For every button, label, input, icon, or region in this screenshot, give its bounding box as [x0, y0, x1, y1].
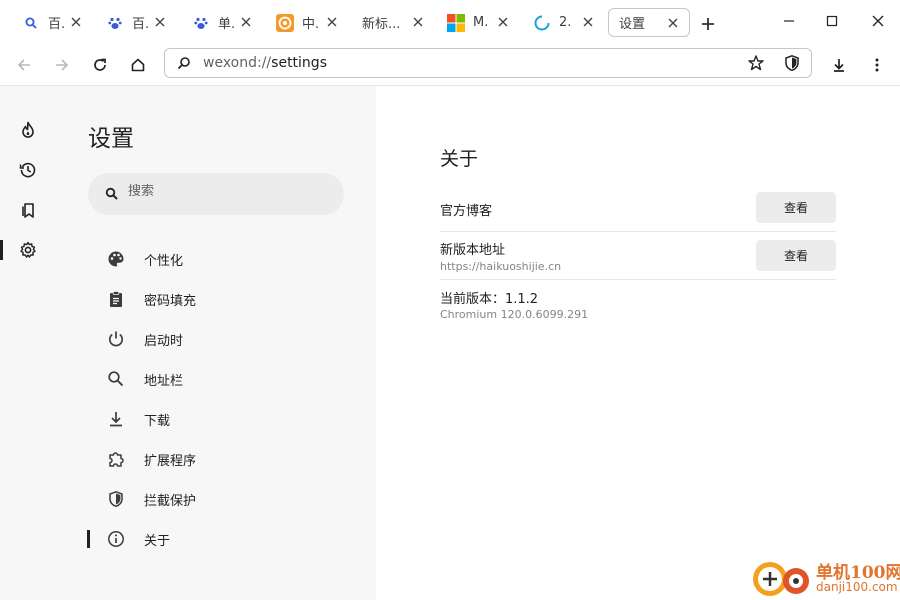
close-icon[interactable] [665, 15, 681, 31]
flame-icon[interactable] [17, 119, 39, 141]
close-icon[interactable] [68, 14, 84, 30]
tab-loading[interactable]: 2. [533, 8, 596, 37]
watermark-icon [753, 562, 809, 596]
sidebar-item-label: 密码填充 [144, 293, 197, 309]
tab-new-tab[interactable]: 新标... [362, 8, 426, 37]
sidebar-item-address-bar[interactable]: 地址栏 [106, 367, 183, 391]
tab-baidu-search-1[interactable]: 百. [22, 8, 84, 37]
search-input[interactable] [128, 184, 328, 199]
download-button[interactable] [826, 52, 852, 78]
tab-label: M. [473, 15, 489, 30]
baidu-paw-icon [192, 14, 210, 32]
new-tab-button[interactable] [697, 13, 719, 35]
tab-strip: 百. 百. 单. 中. 新标... M. 2. 设置 [0, 0, 900, 44]
clipboard-icon [106, 289, 126, 309]
current-version: 当前版本：1.1.2 [440, 292, 539, 307]
search-icon [176, 55, 192, 75]
rail-active-indicator [0, 240, 3, 260]
sidebar-item-downloads[interactable]: 下载 [106, 407, 170, 431]
chromium-version: Chromium 120.0.6099.291 [440, 308, 589, 321]
maximize-button[interactable] [821, 10, 843, 32]
sidebar-item-label: 下载 [144, 413, 171, 429]
sidebar-item-label: 扩展程序 [144, 453, 197, 469]
sidebar-item-extensions[interactable]: 扩展程序 [106, 447, 196, 471]
sidebar-item-password-fill[interactable]: 密码填充 [106, 287, 196, 311]
baidu-paw-icon [106, 14, 124, 32]
minimize-button[interactable] [778, 10, 800, 32]
loading-spinner-icon [533, 14, 551, 32]
info-icon [106, 529, 126, 549]
close-icon[interactable] [238, 14, 254, 30]
palette-icon [106, 249, 126, 269]
search-icon [105, 186, 119, 205]
more-menu-icon[interactable] [864, 52, 890, 78]
close-icon[interactable] [410, 14, 426, 30]
search-icon [106, 369, 126, 389]
tab-microsoft[interactable]: M. [447, 8, 511, 37]
settings-search[interactable] [88, 173, 344, 215]
new-version-label: 新版本地址 [440, 243, 506, 258]
download-icon [106, 409, 126, 429]
watermark-url: danji100.com [816, 580, 898, 594]
url-host: settings [271, 55, 327, 71]
sidebar-item-label: 启动时 [144, 333, 184, 349]
tab-label: 百. [48, 17, 66, 32]
tab-label: 中. [302, 17, 320, 32]
tab-label: 百. [132, 17, 150, 32]
section-title: 关于 [440, 148, 479, 170]
tab-4[interactable]: 中. [276, 8, 340, 37]
bookmarks-icon[interactable] [17, 199, 39, 221]
close-icon[interactable] [580, 14, 596, 30]
window-close-button[interactable] [867, 10, 889, 32]
url-scheme: wexond:// [203, 55, 272, 71]
sidebar-item-blocking[interactable]: 拦截保护 [106, 487, 196, 511]
sidebar-item-personalization[interactable]: 个性化 [106, 247, 183, 271]
page-title: 设置 [88, 126, 134, 152]
shield-icon [106, 489, 126, 509]
watermark-logo: 单机100网 danji100.com [750, 558, 900, 598]
address-url: wexond://settings [203, 55, 327, 71]
blog-label: 官方博客 [440, 204, 493, 219]
address-bar[interactable]: wexond://settings [164, 48, 812, 78]
sidebar-item-label: 个性化 [144, 253, 184, 269]
search-icon [22, 14, 40, 32]
close-icon[interactable] [324, 14, 340, 30]
sidebar-item-on-startup[interactable]: 启动时 [106, 327, 183, 351]
puzzle-icon [106, 449, 126, 469]
about-section: 关于 官方博客 查看 新版本地址 https://haikuoshijie.cn… [376, 86, 900, 600]
sidebar-item-label: 地址栏 [144, 373, 184, 389]
bookmark-star-icon[interactable] [747, 54, 765, 76]
divider [440, 231, 836, 232]
tab-label: 新标... [362, 17, 401, 32]
forward-button[interactable] [49, 52, 75, 78]
settings-sidebar: 设置 个性化 密码填充 启动时 地址栏 下载 [56, 86, 376, 600]
history-icon[interactable] [17, 159, 39, 181]
new-version-url: https://haikuoshijie.cn [440, 260, 562, 273]
address-toolbar: wexond://settings [0, 44, 900, 86]
sidebar-item-label: 关于 [144, 533, 171, 549]
tab-baidu-2[interactable]: 百. [106, 8, 168, 37]
view-blog-button[interactable]: 查看 [756, 192, 836, 223]
tab-label: 单. [218, 17, 236, 32]
power-icon [106, 329, 126, 349]
tab-settings[interactable]: 设置 [608, 8, 690, 37]
sidebar-item-about[interactable]: 关于 [106, 527, 170, 551]
home-button[interactable] [125, 52, 151, 78]
settings-gear-icon[interactable] [17, 239, 39, 261]
close-icon[interactable] [152, 14, 168, 30]
nav-active-indicator [87, 530, 90, 548]
orange-target-icon [276, 13, 294, 32]
sidebar-item-label: 拦截保护 [144, 493, 197, 509]
close-icon[interactable] [495, 14, 511, 30]
view-new-version-button[interactable]: 查看 [756, 240, 836, 271]
tab-label: 设置 [619, 17, 646, 32]
reload-button[interactable] [87, 52, 113, 78]
back-button[interactable] [11, 52, 37, 78]
shield-icon[interactable] [783, 54, 801, 76]
microsoft-logo-icon [447, 13, 465, 32]
tab-baidu-3[interactable]: 单. [192, 8, 254, 37]
tab-label: 2. [559, 15, 572, 30]
left-rail [0, 86, 56, 600]
divider [440, 279, 836, 280]
